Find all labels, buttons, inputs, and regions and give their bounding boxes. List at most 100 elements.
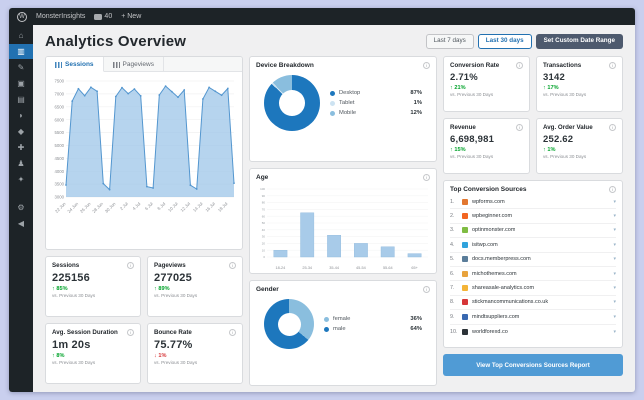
wordpress-admin-window: W MonsterInsights 40 + New ⌂ ▥ ✎ ▣ ▤ ◗ ◆ ✚ ♟ ✦ ⚙ ◀ …: [9, 8, 635, 392]
info-icon[interactable]: i: [423, 174, 430, 181]
legend-dot-icon: [324, 316, 329, 322]
svg-text:20: 20: [262, 242, 266, 246]
last-7-days-button[interactable]: Last 7 days: [425, 34, 474, 49]
svg-text:6 Jul: 6 Jul: [144, 201, 154, 211]
sessions-tab-icon: [55, 61, 62, 68]
info-icon[interactable]: i: [423, 286, 430, 293]
svg-text:10 Jul: 10 Jul: [167, 201, 179, 213]
conversion-source-row[interactable]: 10. worldforexd.co ▾: [450, 325, 616, 339]
chevron-down-icon: ▾: [613, 299, 616, 306]
source-domain: worldforexd.co: [472, 328, 508, 335]
site-name-menu[interactable]: MonsterInsights: [36, 13, 85, 20]
source-domain: wpforms.com: [472, 198, 505, 205]
svg-text:65+: 65+: [411, 266, 418, 270]
conversion-source-row[interactable]: 6. michothemes.com ▾: [450, 267, 616, 282]
metric-card-pageviews: Pageviews i 277025 ↑ 89% vs. Previous 30 …: [147, 256, 243, 317]
top-conversion-sources-title: Top Conversion Sources: [450, 186, 527, 193]
sidebar-item-posts[interactable]: ✎: [9, 60, 33, 75]
source-rank: 5.: [450, 256, 455, 263]
sidebar-item-tools[interactable]: ✦: [9, 172, 33, 187]
new-content-menu[interactable]: + New: [121, 13, 141, 20]
media-icon: ▣: [17, 79, 25, 88]
last-30-days-button[interactable]: Last 30 days: [477, 34, 532, 49]
sidebar-item-collapse-menu[interactable]: ◀: [9, 216, 33, 231]
info-icon[interactable]: i: [609, 186, 616, 193]
sidebar-item-pages[interactable]: ▤: [9, 92, 33, 107]
conversion-source-row[interactable]: 1. wpforms.com ▾: [450, 195, 616, 210]
chevron-down-icon: ▾: [613, 256, 616, 263]
custom-date-range-button[interactable]: Set Custom Date Range: [535, 34, 623, 49]
info-icon[interactable]: i: [127, 329, 134, 336]
ecommerce-metrics-grid-1: Conversion Rate i 2.71% ↑ 21% vs. Previou…: [443, 56, 623, 174]
metric-compare-label: vs. Previous 30 Days: [543, 92, 587, 97]
chevron-down-icon: ▾: [613, 198, 616, 205]
page-title: Analytics Overview: [45, 33, 187, 50]
info-icon[interactable]: i: [609, 62, 616, 69]
settings-icon: ⚙: [17, 203, 25, 212]
appearance-icon: ◆: [17, 127, 25, 136]
source-domain: mindtsuppliers.com: [472, 313, 520, 320]
tab-pageviews-label: Pageviews: [122, 61, 154, 68]
legend-value: 64%: [410, 326, 422, 332]
wordpress-logo-menu[interactable]: W: [17, 11, 27, 22]
conversion-sources-list: 1. wpforms.com ▾ 2. wpbeginner.com ▾ 3. optinmo…: [444, 195, 622, 339]
legend-value: 1%: [413, 100, 422, 106]
sidebar-item-media[interactable]: ▣: [9, 76, 33, 91]
device-breakdown-legend: Desktop 87% Tablet 1% Mobile 12%: [330, 90, 426, 116]
comments-menu[interactable]: 40: [94, 13, 112, 20]
age-title: Age: [256, 174, 269, 181]
info-icon[interactable]: i: [423, 62, 430, 69]
metric-label: Sessions: [52, 262, 80, 269]
chevron-down-icon: ▾: [613, 213, 616, 220]
legend-label: female: [333, 316, 351, 322]
svg-text:10: 10: [262, 248, 266, 252]
view-report-button[interactable]: View Top Conversions Sources Report: [443, 354, 623, 376]
conversion-source-row[interactable]: 5. docs.memberpress.com ▾: [450, 253, 616, 267]
metric-value: 3142: [543, 72, 565, 83]
metric-label: Conversion Rate: [450, 62, 500, 69]
device-breakdown-title: Device Breakdown: [256, 62, 314, 69]
sidebar-item-settings[interactable]: ⚙: [9, 200, 33, 215]
gender-donut: [264, 299, 314, 349]
conversion-source-row[interactable]: 2. wpbeginner.com ▾: [450, 209, 616, 224]
sessions-chart-card: Sessions Pageviews 3000 3500 4000 4500 5000 5…: [45, 56, 243, 250]
plugins-icon: ✚: [17, 143, 25, 152]
metric-value: 75.77%: [154, 339, 193, 351]
conversion-source-row[interactable]: 4. isitwp.com ▾: [450, 238, 616, 253]
device-breakdown-card: Device Breakdown i Desktop 87% Tablet 1% Mob…: [249, 56, 437, 162]
sidebar-item-monsterinsights[interactable]: ▥: [9, 44, 33, 59]
info-icon[interactable]: i: [229, 329, 236, 336]
sidebar-item-appearance[interactable]: ◆: [9, 124, 33, 139]
svg-text:100: 100: [260, 187, 265, 191]
svg-text:90: 90: [262, 194, 266, 198]
legend-item: Mobile 12%: [330, 110, 422, 116]
conversion-source-row[interactable]: 7. shareasale-analytics.com ▾: [450, 281, 616, 296]
sidebar-item-comments[interactable]: ◗: [9, 108, 33, 123]
info-icon[interactable]: i: [229, 262, 236, 269]
conversion-source-row[interactable]: 9. mindtsuppliers.com ▾: [450, 310, 616, 325]
conversion-source-row[interactable]: 3. optinmonster.com ▾: [450, 224, 616, 239]
sidebar-item-users[interactable]: ♟: [9, 156, 33, 171]
legend-item: female 36%: [324, 316, 422, 322]
info-icon[interactable]: i: [609, 124, 616, 131]
source-rank: 6.: [450, 270, 455, 277]
tab-pageviews[interactable]: Pageviews: [104, 57, 164, 71]
metric-delta: 1%: [547, 147, 556, 153]
sidebar-item-dashboard[interactable]: ⌂: [9, 28, 33, 43]
metric-compare-label: vs. Previous 30 Days: [450, 92, 494, 97]
info-icon[interactable]: i: [127, 262, 134, 269]
tab-sessions[interactable]: Sessions: [46, 57, 104, 72]
sidebar-item-plugins[interactable]: ✚: [9, 140, 33, 155]
collapse-menu-icon: ◀: [17, 219, 25, 228]
source-domain: michothemes.com: [472, 270, 517, 277]
legend-value: 12%: [410, 110, 422, 116]
chevron-down-icon: ▾: [613, 313, 616, 320]
conversion-source-row[interactable]: 8. stickmancommunications.co.uk ▾: [450, 296, 616, 311]
info-icon[interactable]: i: [516, 62, 523, 69]
gender-legend: female 36% male 64%: [324, 316, 426, 332]
info-icon[interactable]: i: [516, 124, 523, 131]
metric-card-avg-order-value: Avg. Order Value i 252.62 ↑ 1% vs. Previo…: [536, 118, 623, 174]
svg-text:7500: 7500: [54, 79, 64, 84]
source-favicon-icon: [462, 241, 468, 248]
users-icon: ♟: [17, 159, 25, 168]
